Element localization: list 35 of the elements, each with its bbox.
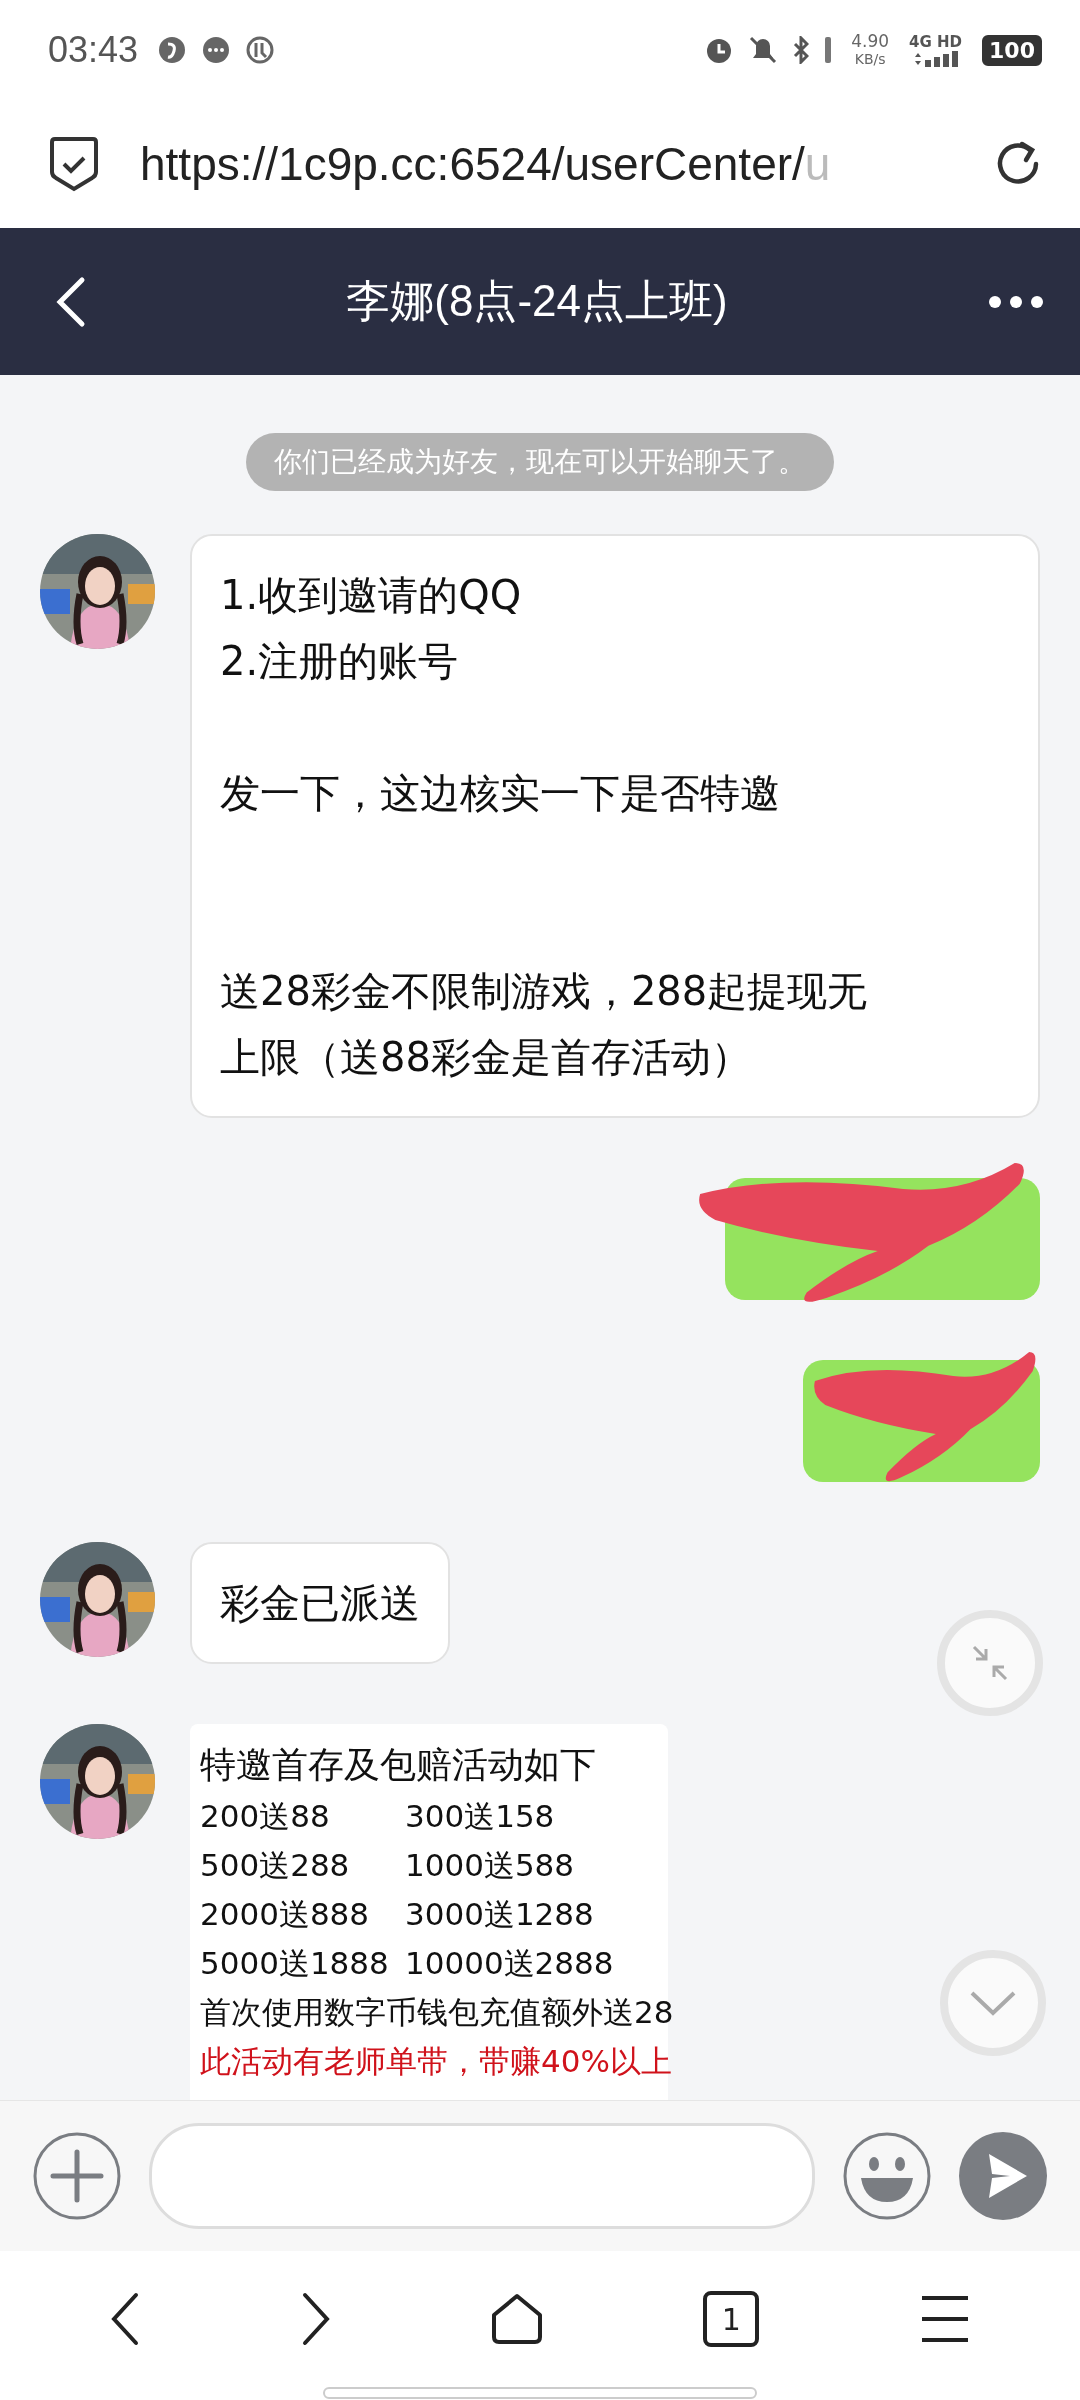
hd-label: HD xyxy=(937,33,963,51)
system-notice: 你们已经成为好友，现在可以开始聊天了。 xyxy=(246,433,834,491)
emoji-button[interactable] xyxy=(843,2132,931,2220)
more-icon[interactable] xyxy=(988,294,1044,309)
battery-saver-icon xyxy=(825,37,832,63)
status-time: 03:43 xyxy=(48,29,139,71)
menu-icon[interactable] xyxy=(919,2295,970,2343)
network-speed: 4.90 xyxy=(851,32,890,50)
shield-check-icon xyxy=(48,136,100,192)
battery-level: 100 xyxy=(982,34,1042,66)
forward-icon[interactable] xyxy=(300,2292,331,2346)
network-type: 4G xyxy=(909,33,932,51)
url-text[interactable]: https://1c9p.cc:6524/userCenter/u xyxy=(140,137,952,191)
home-icon[interactable] xyxy=(490,2293,543,2345)
app-notification-icon xyxy=(246,36,275,64)
message-text: 送28彩金不限制游戏，288起提现无上限（送88彩金是首存活动） xyxy=(220,967,869,1082)
message-text: 2.注册的账号 xyxy=(220,637,460,686)
alarm-icon xyxy=(705,36,734,64)
app-notification-icon xyxy=(158,36,187,64)
message-notification-icon xyxy=(202,36,231,64)
muted-bell-icon xyxy=(749,36,778,64)
chevron-down-icon xyxy=(969,1990,1017,2016)
send-button[interactable] xyxy=(959,2132,1047,2220)
message-text: 彩金已派送 xyxy=(220,1579,420,1628)
add-button[interactable] xyxy=(33,2132,121,2220)
signal-icon xyxy=(912,51,959,67)
collapse-icon xyxy=(970,1643,1010,1683)
bluetooth-icon xyxy=(793,36,810,64)
back-icon[interactable] xyxy=(56,275,86,328)
tabs-button[interactable]: 1 xyxy=(703,2291,760,2347)
message-text: 1.收到邀请的QQ xyxy=(220,571,523,620)
speed-unit: KB/s xyxy=(854,50,886,68)
back-icon[interactable] xyxy=(110,2292,141,2346)
chat-title: 李娜(8点-24点上班) xyxy=(346,275,728,327)
message-text: 发一下，这边核实一下是否特邀 xyxy=(220,769,781,818)
